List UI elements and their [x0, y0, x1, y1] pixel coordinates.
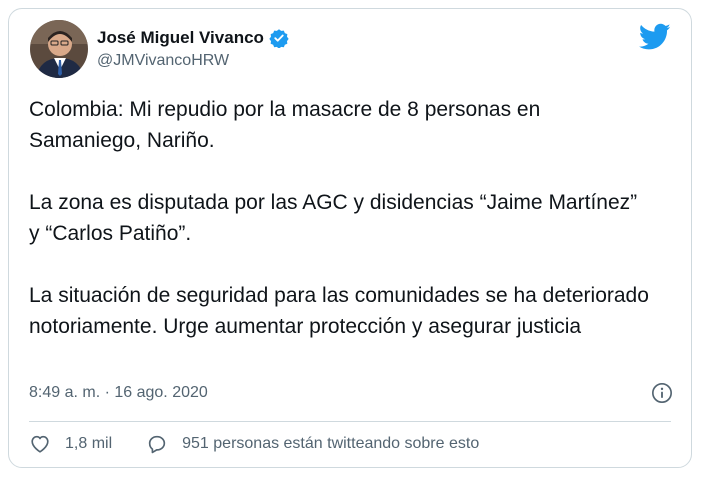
tweet-card[interactable]: José Miguel Vivanco @JMVivancoHRW Colomb…: [8, 8, 692, 468]
avatar[interactable]: [30, 20, 88, 78]
divider: [29, 421, 671, 422]
author-display-name[interactable]: José Miguel Vivanco: [97, 28, 264, 48]
like-button[interactable]: 1,8 mil: [29, 433, 112, 455]
tweet-actions: 1,8 mil 951 personas están twitteando so…: [29, 433, 513, 455]
twitter-bird-icon[interactable]: [638, 23, 671, 51]
tweet-text: Colombia: Mi repudio por la masacre de 8…: [29, 94, 649, 342]
tweet-paragraph: La situación de seguridad para las comun…: [29, 284, 649, 338]
verified-badge-icon: [269, 28, 289, 48]
tweet-timestamp[interactable]: 8:49 a. m. · 16 ago. 2020: [29, 384, 208, 402]
author-handle[interactable]: @JMVivancoHRW: [97, 52, 229, 70]
like-count: 1,8 mil: [65, 435, 113, 452]
conversation-label: 951 personas están twitteando sobre esto: [182, 435, 480, 452]
tweet-paragraph: La zona es disputada por las AGC y disid…: [29, 191, 638, 245]
conversation-button[interactable]: 951 personas están twitteando sobre esto: [146, 433, 479, 455]
info-icon[interactable]: [651, 382, 673, 404]
tweet-paragraph: Colombia: Mi repudio por la masacre de 8…: [29, 98, 541, 152]
heart-icon: [31, 435, 49, 453]
speech-bubble-icon: [148, 435, 166, 454]
